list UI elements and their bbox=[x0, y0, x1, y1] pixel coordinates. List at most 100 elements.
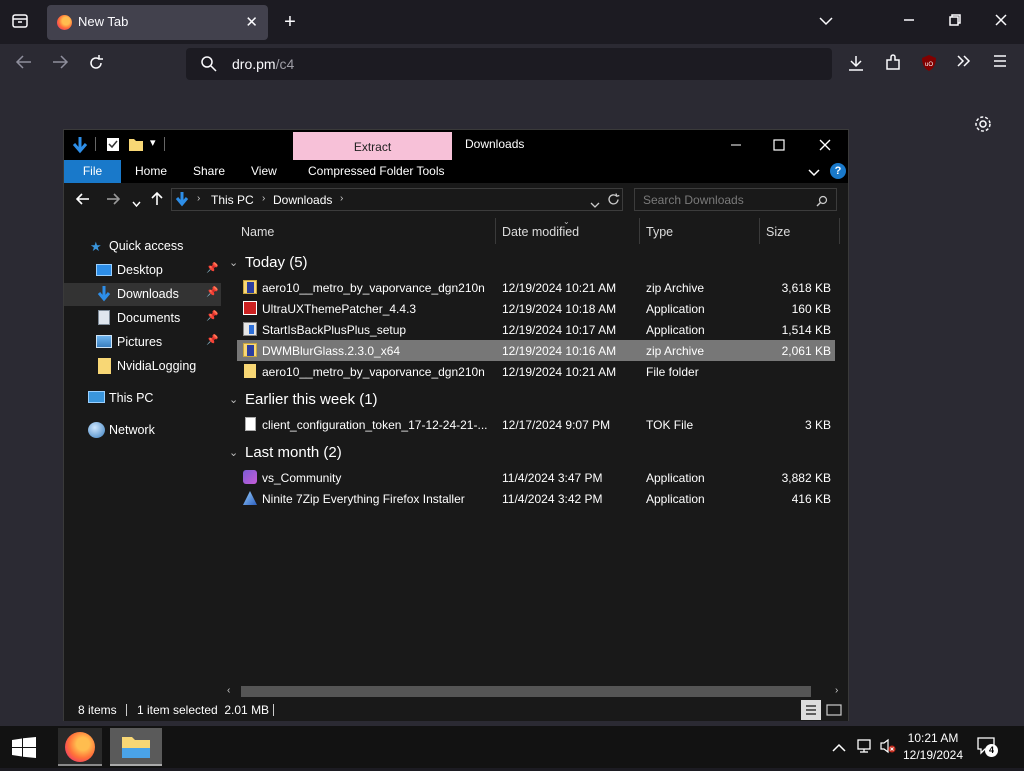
properties-icon[interactable] bbox=[106, 136, 120, 157]
ribbon-tab-file[interactable]: File bbox=[64, 160, 121, 183]
new-tab-icon[interactable]: + bbox=[279, 12, 301, 32]
explorer-minimize-icon[interactable] bbox=[730, 138, 742, 156]
group-header-last-month[interactable]: Last month (2) bbox=[245, 444, 342, 461]
windows-start-icon[interactable] bbox=[12, 737, 36, 764]
file-type: TOK File bbox=[646, 418, 694, 432]
file-explorer-taskbar-icon[interactable] bbox=[110, 728, 162, 766]
file-size: 160 KB bbox=[791, 302, 831, 316]
clock-date[interactable]: 12/19/2024 bbox=[900, 748, 966, 762]
new-folder-icon[interactable] bbox=[128, 136, 144, 157]
group-collapse-icon[interactable]: ⌄ bbox=[229, 256, 238, 269]
ribbon-tab-home[interactable]: Home bbox=[135, 164, 167, 178]
explorer-close-icon[interactable] bbox=[819, 138, 831, 156]
extensions-icon[interactable] bbox=[882, 54, 904, 74]
group-header-today[interactable]: Today (5) bbox=[245, 254, 308, 271]
column-divider[interactable] bbox=[495, 218, 496, 244]
table-row-selected[interactable]: DWMBlurGlass.2.3.0_x64 12/19/2024 10:16 … bbox=[237, 340, 835, 361]
column-header-date[interactable]: Date modified bbox=[502, 225, 579, 239]
browser-tab[interactable]: New Tab ✕ bbox=[47, 5, 268, 40]
search-downloads-input[interactable]: Search Downloads bbox=[634, 188, 837, 211]
scroll-left-icon[interactable]: ‹ bbox=[227, 685, 230, 696]
table-row[interactable]: aero10__metro_by_vaporvance_dgn210n 12/1… bbox=[237, 361, 835, 382]
table-row[interactable]: UltraUXThemePatcher_4.4.3 12/19/2024 10:… bbox=[237, 298, 835, 319]
file-size: 416 KB bbox=[791, 492, 831, 506]
table-row[interactable]: client_configuration_token_17-12-24-21-.… bbox=[237, 414, 835, 435]
qat-divider bbox=[95, 137, 96, 151]
column-divider[interactable] bbox=[639, 218, 640, 244]
file-name: vs_Community bbox=[262, 471, 342, 485]
settings-gear-icon[interactable] bbox=[972, 115, 994, 135]
refresh-icon[interactable] bbox=[607, 193, 620, 211]
tab-list-icon[interactable] bbox=[9, 12, 31, 32]
horizontal-scrollbar[interactable]: ‹ › bbox=[221, 683, 848, 700]
nav-desktop[interactable]: Desktop 📌 bbox=[64, 259, 221, 282]
url-bar[interactable]: dro.pm/c4 bbox=[186, 48, 832, 80]
scrollbar-thumb[interactable] bbox=[241, 686, 811, 697]
nav-documents[interactable]: Documents 📌 bbox=[64, 307, 221, 330]
breadcrumb-downloads[interactable]: Downloads bbox=[273, 193, 332, 207]
back-icon[interactable] bbox=[13, 54, 35, 74]
ribbon-tab-compressed-folder-tools[interactable]: Compressed Folder Tools bbox=[308, 164, 445, 178]
scroll-right-icon[interactable]: › bbox=[835, 685, 838, 696]
expand-ribbon-icon[interactable] bbox=[808, 165, 820, 183]
ribbon-tab-share[interactable]: Share bbox=[193, 164, 225, 178]
customize-qat-icon[interactable]: ▾ bbox=[150, 136, 156, 149]
forward-arrow-icon[interactable] bbox=[106, 192, 121, 211]
nav-pictures[interactable]: Pictures 📌 bbox=[64, 331, 221, 354]
nav-network[interactable]: Network bbox=[64, 419, 221, 442]
network-tray-icon[interactable] bbox=[856, 738, 874, 759]
up-arrow-icon[interactable] bbox=[150, 191, 164, 211]
show-hidden-icons-icon[interactable] bbox=[832, 740, 846, 758]
nav-nvidialogging[interactable]: NvidiaLogging bbox=[64, 355, 221, 378]
close-window-icon[interactable] bbox=[990, 12, 1012, 32]
details-view-icon[interactable] bbox=[801, 700, 821, 720]
table-row[interactable]: aero10__metro_by_vaporvance_dgn210n 12/1… bbox=[237, 277, 835, 298]
firefox-taskbar-icon[interactable] bbox=[58, 728, 102, 766]
notifications-icon[interactable]: 4 bbox=[976, 736, 998, 761]
group-collapse-icon[interactable]: ⌄ bbox=[229, 446, 238, 459]
column-header-name[interactable]: Name bbox=[241, 225, 274, 239]
address-history-icon[interactable] bbox=[590, 196, 600, 214]
list-all-tabs-icon[interactable] bbox=[815, 12, 837, 32]
search-placeholder: Search Downloads bbox=[643, 193, 744, 207]
file-date: 12/19/2024 10:16 AM bbox=[502, 344, 617, 358]
reload-icon[interactable] bbox=[85, 54, 107, 74]
column-header-size[interactable]: Size bbox=[766, 225, 790, 239]
restore-icon[interactable] bbox=[944, 12, 966, 32]
large-icons-view-icon[interactable] bbox=[825, 701, 843, 722]
nav-this-pc[interactable]: This PC bbox=[64, 387, 221, 410]
minimize-icon[interactable] bbox=[898, 12, 920, 32]
ribbon-tabs: File Home Share View Compressed Folder T… bbox=[64, 160, 848, 183]
ribbon-tab-view[interactable]: View bbox=[251, 164, 277, 178]
file-type: File folder bbox=[646, 365, 699, 379]
close-tab-icon[interactable]: ✕ bbox=[245, 13, 258, 31]
nav-quick-access[interactable]: ★ Quick access bbox=[64, 235, 221, 258]
table-row[interactable]: Ninite 7Zip Everything Firefox Installer… bbox=[237, 488, 835, 509]
address-bar[interactable]: › This PC › Downloads › bbox=[171, 188, 623, 211]
nav-label: NvidiaLogging bbox=[117, 359, 197, 373]
column-divider[interactable] bbox=[839, 218, 840, 244]
downloads-icon[interactable] bbox=[845, 54, 867, 74]
navigation-toolbar: dro.pm/c4 uO bbox=[0, 44, 1024, 85]
explorer-maximize-icon[interactable] bbox=[773, 138, 785, 156]
breadcrumb-this-pc[interactable]: This PC bbox=[211, 193, 254, 207]
group-collapse-icon[interactable]: ⌄ bbox=[229, 393, 238, 406]
extract-context-tab[interactable]: Extract bbox=[293, 132, 452, 160]
item-count: 8 items bbox=[78, 703, 117, 717]
menu-icon[interactable] bbox=[989, 54, 1011, 74]
group-header-earlier-this-week[interactable]: Earlier this week (1) bbox=[245, 391, 378, 408]
file-explorer-window: ▾ Extract Downloads File Home Share View… bbox=[63, 129, 849, 721]
volume-muted-icon[interactable] bbox=[879, 738, 897, 759]
recent-locations-icon[interactable] bbox=[132, 195, 141, 213]
clock-time[interactable]: 10:21 AM bbox=[903, 731, 963, 745]
more-tools-icon[interactable] bbox=[953, 54, 975, 74]
ublock-origin-icon[interactable]: uO bbox=[918, 54, 940, 74]
nav-downloads[interactable]: Downloads 📌 bbox=[64, 283, 221, 306]
table-row[interactable]: vs_Community 11/4/2024 3:47 PM Applicati… bbox=[237, 467, 835, 488]
help-icon[interactable]: ? bbox=[830, 163, 846, 179]
column-header-type[interactable]: Type bbox=[646, 225, 673, 239]
table-row[interactable]: StartIsBackPlusPlus_setup 12/19/2024 10:… bbox=[237, 319, 835, 340]
forward-icon[interactable] bbox=[49, 54, 71, 74]
back-arrow-icon[interactable] bbox=[75, 192, 90, 211]
column-divider[interactable] bbox=[759, 218, 760, 244]
